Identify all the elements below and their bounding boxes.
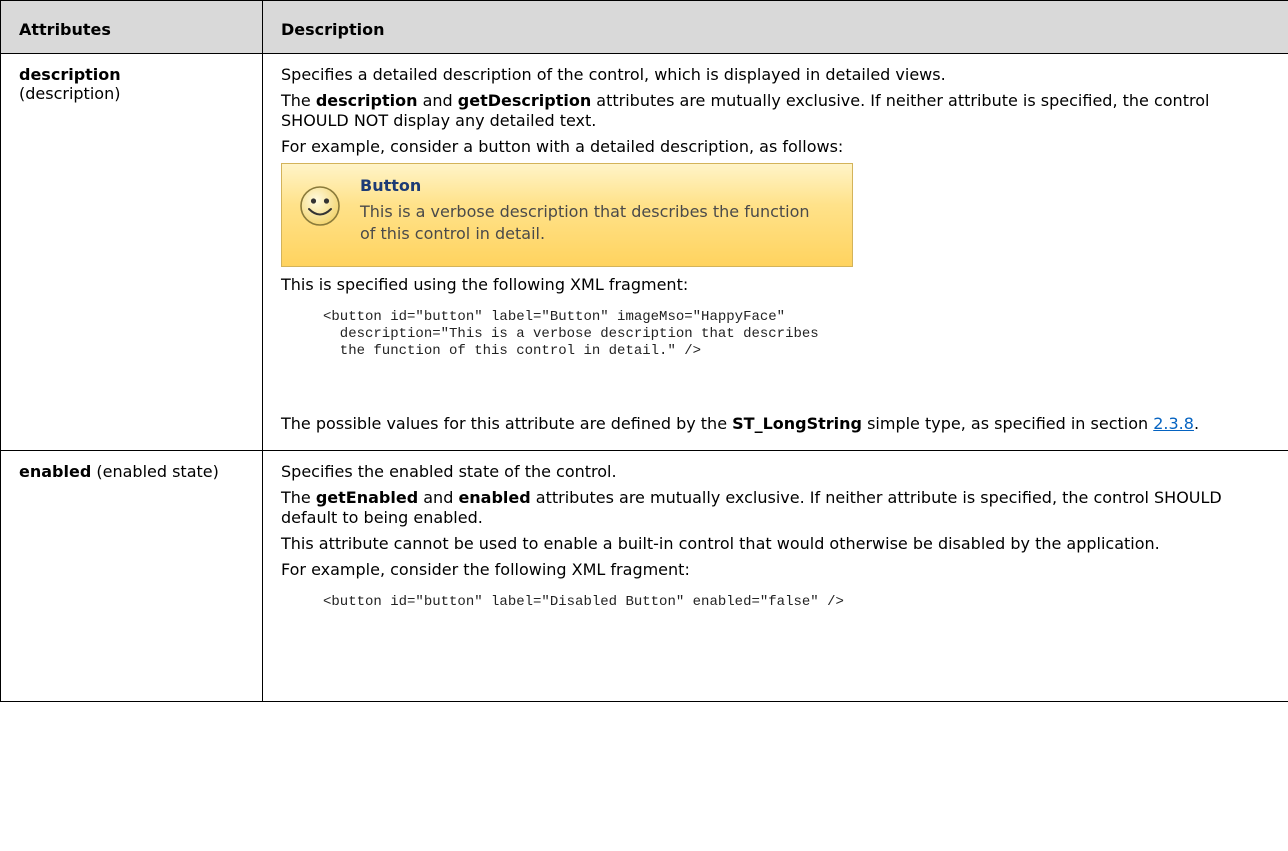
header-description: Description <box>262 0 1288 54</box>
table-row: description (description) Specifies a de… <box>0 53 1288 451</box>
paragraph: The possible values for this attribute a… <box>281 414 1200 433</box>
attribute-name-suffix: (description) <box>19 84 121 103</box>
table-row: enabled (enabled state) Specifies the en… <box>0 450 1288 702</box>
section-link[interactable]: 2.3.8 <box>1153 414 1194 433</box>
paragraph: This attribute cannot be used to enable … <box>281 534 1160 553</box>
paragraph: Specifies a detailed description of the … <box>281 65 946 84</box>
attribute-name: description <box>19 65 121 84</box>
table-header-row: Attributes Description <box>0 0 1288 54</box>
attribute-name-cell: enabled (enabled state) <box>0 450 263 702</box>
paragraph: For example, consider a button with a de… <box>281 137 844 156</box>
header-attributes: Attributes <box>0 0 263 54</box>
attribute-name: enabled <box>19 462 92 481</box>
attribute-description-cell: Specifies the enabled state of the contr… <box>262 450 1288 702</box>
xml-code-fragment: <button id="button" label="Disabled Butt… <box>323 594 844 610</box>
attribute-name-suffix: (enabled state) <box>96 462 219 481</box>
paragraph: The description and getDescription attri… <box>281 91 1210 130</box>
sample-description: This is a verbose description that descr… <box>360 202 810 243</box>
attribute-name-cell: description (description) <box>0 53 263 451</box>
sample-title: Button <box>360 176 422 195</box>
happy-face-icon <box>300 186 340 226</box>
paragraph: This is specified using the following XM… <box>281 275 689 294</box>
paragraph: The getEnabled and enabled attributes ar… <box>281 488 1222 527</box>
button-sample-image: Button This is a verbose description tha… <box>281 163 853 267</box>
paragraph: Specifies the enabled state of the contr… <box>281 462 617 481</box>
attributes-table: Attributes Description description (desc… <box>0 0 1288 702</box>
paragraph: For example, consider the following XML … <box>281 560 690 579</box>
attribute-description-cell: Specifies a detailed description of the … <box>262 53 1288 451</box>
xml-code-fragment: <button id="button" label="Button" image… <box>323 309 819 359</box>
